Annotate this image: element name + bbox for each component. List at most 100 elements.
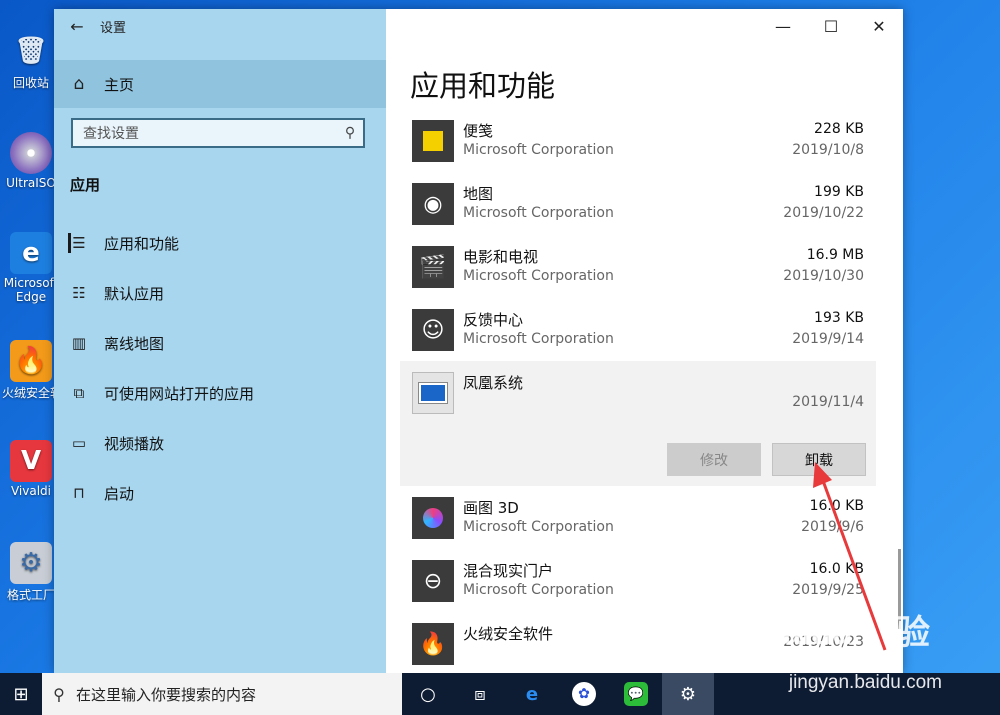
sidebar-item-label: 应用和功能 [104, 234, 180, 253]
app-publisher: Microsoft Corporation [463, 331, 614, 347]
huorong-icon: 🔥 [412, 623, 454, 665]
minimize-icon: — [775, 16, 791, 36]
search-icon: ⚲ [344, 125, 356, 141]
desktop-icon-vivaldi[interactable]: V Vivaldi [2, 440, 60, 498]
desktop-icon-huorong[interactable]: 🔥 火绒安全软件 [2, 340, 60, 401]
app-name: 混合现实门户 [463, 562, 554, 580]
offline-maps-icon: ▥ [71, 334, 87, 352]
huorong-icon: 🔥 [10, 340, 52, 382]
taskbar-settings-button[interactable]: ⚙ [662, 673, 714, 715]
task-view-button[interactable]: ⧈ [454, 673, 506, 715]
app-name: 火绒安全软件 [463, 625, 554, 643]
minimize-button[interactable]: — [759, 9, 807, 43]
maximize-button[interactable]: ☐ [807, 9, 855, 43]
taskbar-baidu-button[interactable]: ✿ [558, 673, 610, 715]
taskbar-wechat-button[interactable]: 💬 [610, 673, 662, 715]
main-content: — ☐ ✕ 应用和功能 便笺 Microsoft Corporation 228… [386, 9, 903, 673]
search-placeholder: 查找设置 [83, 126, 139, 142]
back-button[interactable]: ← [54, 9, 100, 43]
app-date: 2019/10/22 [783, 205, 864, 221]
sidebar-item-offline-maps[interactable]: ▥ 离线地图 [54, 318, 386, 368]
sidebar-item-apps-features[interactable]: ☰ 应用和功能 [54, 218, 386, 268]
start-button[interactable]: ⊞ [0, 673, 42, 715]
cortana-circle-icon: ○ [420, 683, 436, 705]
gear-icon: ⚙ [679, 683, 697, 705]
paint-3d-icon [412, 497, 454, 539]
sidebar: ← 设置 ⌂ 主页 查找设置 ⚲ 应用 ☰ 应用和功能 ☷ 默认应用 ▥ 离线地… [54, 9, 386, 673]
maximize-icon: ☐ [823, 16, 839, 36]
desktop-icon-label: UltraISO [6, 176, 56, 190]
desktop-icon-edge[interactable]: e Microsoft Edge [2, 232, 60, 304]
app-row-movies-tv[interactable]: 🎬 电影和电视 Microsoft Corporation 16.9 MB 20… [400, 235, 876, 298]
app-date: 2019/9/6 [801, 519, 864, 535]
sidebar-item-home[interactable]: ⌂ 主页 [54, 60, 386, 108]
mixed-reality-icon: ⊖ [412, 560, 454, 602]
back-arrow-icon: ← [70, 16, 84, 36]
cortana-button[interactable]: ○ [402, 673, 454, 715]
sticky-notes-icon [412, 120, 454, 162]
sidebar-item-label: 默认应用 [104, 284, 165, 303]
sidebar-item-startup[interactable]: ⊓ 启动 [54, 468, 386, 518]
desktop-icon-ultraiso[interactable]: UltraISO [2, 132, 60, 190]
app-name: 凤凰系统 [463, 374, 524, 392]
desktop-icon-label: Vivaldi [10, 484, 52, 498]
wechat-icon: 💬 [624, 682, 648, 706]
taskbar-edge-button[interactable]: e [506, 673, 558, 715]
home-icon: ⌂ [73, 74, 85, 94]
app-row-sticky-notes[interactable]: 便笺 Microsoft Corporation 228 KB 2019/10/… [400, 109, 876, 172]
app-row-maps[interactable]: ◉ 地图 Microsoft Corporation 199 KB 2019/1… [400, 172, 876, 235]
app-list: 便笺 Microsoft Corporation 228 KB 2019/10/… [400, 109, 876, 673]
page-title: 应用和功能 [410, 69, 556, 103]
desktop-icon-label: Microsoft Edge [3, 276, 59, 304]
baidu-paw-icon: ✿ [572, 682, 596, 706]
edge-icon: e [10, 232, 52, 274]
feedback-hub-icon: ☺ [412, 309, 454, 351]
settings-window: ← 设置 ⌂ 主页 查找设置 ⚲ 应用 ☰ 应用和功能 ☷ 默认应用 ▥ 离线地… [54, 9, 903, 673]
desktop-icon-label: 回收站 [12, 76, 49, 90]
video-playback-icon: ▭ [71, 434, 87, 452]
format-factory-icon: ⚙ [10, 542, 52, 584]
app-row-phoenix-os[interactable]: 凤凰系统 2019/11/4 修改 卸载 [400, 361, 876, 486]
app-date: 2019/10/8 [792, 142, 864, 158]
sidebar-item-default-apps[interactable]: ☷ 默认应用 [54, 268, 386, 318]
recycle-bin-icon: 🗑 [14, 36, 48, 66]
apps-for-websites-icon: ⧉ [73, 384, 85, 402]
sidebar-item-video-playback[interactable]: ▭ 视频播放 [54, 418, 386, 468]
app-size: 199 KB [814, 184, 864, 200]
modify-button[interactable]: 修改 [667, 443, 761, 476]
task-view-icon: ⧈ [474, 683, 486, 705]
baidu-watermark-url: jingyan.baidu.com [788, 672, 942, 693]
sidebar-item-apps-for-websites[interactable]: ⧉ 可使用网站打开的应用 [54, 368, 386, 418]
app-name: 画图 3D [463, 499, 519, 517]
desktop-icon-label: 格式工厂 [6, 588, 55, 602]
app-publisher: Microsoft Corporation [463, 519, 614, 535]
app-row-mixed-reality[interactable]: ⊖ 混合现实门户 Microsoft Corporation 16.0 KB 2… [400, 549, 876, 612]
search-icon: ⚲ [53, 684, 65, 704]
desktop-icon-label: 火绒安全软件 [2, 386, 60, 400]
desktop-icon-format-factory[interactable]: ⚙ 格式工厂 [2, 542, 60, 603]
app-name: 电影和电视 [463, 248, 539, 266]
default-apps-icon: ☷ [72, 284, 86, 302]
caption-buttons: — ☐ ✕ [759, 9, 903, 43]
uninstall-button[interactable]: 卸载 [772, 443, 866, 476]
maps-icon: ◉ [412, 183, 454, 225]
app-size: 16.0 KB [809, 498, 864, 514]
settings-search-input[interactable]: 查找设置 ⚲ [71, 118, 365, 148]
app-publisher: Microsoft Corporation [463, 582, 614, 598]
app-date: 2019/11/4 [792, 394, 864, 410]
ultraiso-icon [10, 132, 52, 174]
desktop-icon-recycle-bin[interactable]: 🗑 回收站 [2, 30, 60, 91]
apps-features-icon: ☰ [72, 234, 86, 252]
section-title: 应用 [70, 176, 101, 194]
title-bar: ← 设置 [54, 9, 386, 43]
sidebar-nav: ☰ 应用和功能 ☷ 默认应用 ▥ 离线地图 ⧉ 可使用网站打开的应用 ▭ 视频播… [54, 218, 386, 518]
app-name: 地图 [463, 185, 494, 203]
app-row-feedback-hub[interactable]: ☺ 反馈中心 Microsoft Corporation 193 KB 2019… [400, 298, 876, 361]
vivaldi-icon: V [10, 440, 52, 482]
close-button[interactable]: ✕ [855, 9, 903, 43]
app-row-paint-3d[interactable]: 画图 3D Microsoft Corporation 16.0 KB 2019… [400, 486, 876, 549]
taskbar-search-input[interactable]: ⚲ 在这里输入你要搜索的内容 [42, 673, 402, 715]
app-date: 2019/9/14 [792, 331, 864, 347]
app-name: 反馈中心 [463, 311, 524, 329]
app-name: 便笺 [463, 122, 494, 140]
